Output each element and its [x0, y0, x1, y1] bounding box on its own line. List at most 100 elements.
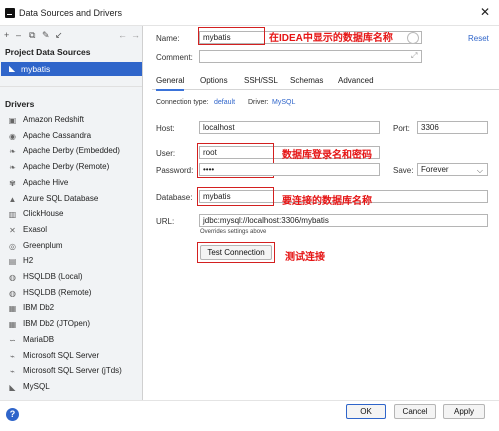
driver-item[interactable]: ▣ Amazon Redshift — [2, 113, 140, 127]
hive-icon: ✾ — [9, 178, 16, 188]
derby-icon: ❧ — [9, 163, 16, 173]
exasol-icon: ✕ — [9, 225, 16, 235]
move-icon[interactable]: ↙ — [55, 29, 63, 41]
driver-item[interactable]: ▤ H2 — [2, 254, 140, 268]
connection-type-value[interactable]: default — [214, 99, 235, 106]
host-field[interactable]: localhost — [199, 121, 380, 134]
back-icon[interactable]: ← — [118, 29, 127, 41]
driver-value[interactable]: MySQL — [272, 99, 295, 106]
driver-item[interactable]: ✕ Exasol — [2, 223, 140, 237]
divider — [0, 86, 142, 87]
clickhouse-icon: ▥ — [8, 210, 17, 220]
ok-button[interactable]: OK — [346, 404, 386, 419]
password-field[interactable]: •••• — [199, 163, 380, 176]
connection-form: Name: mybatis 在IDEA中显示的数据库名称 Reset Comme… — [152, 26, 499, 400]
driver-label: Apache Cassandra — [23, 130, 92, 140]
connection-type-label: Connection type: — [156, 99, 209, 106]
intellij-app-icon — [5, 8, 15, 18]
comment-label: Comment: — [156, 53, 193, 62]
driver-label: Greenplum — [23, 240, 63, 250]
driver-label: Microsoft SQL Server (jTds) — [23, 366, 122, 376]
copy-icon[interactable]: ⧉ — [29, 29, 35, 41]
expand-icon[interactable]: ⤢ — [411, 51, 417, 61]
driver-item[interactable]: ◍ HSQLDB (Remote) — [2, 286, 140, 300]
driver-item[interactable]: ◣ MySQL — [2, 380, 140, 394]
tab-ssh-ssl[interactable]: SSH/SSL — [244, 76, 278, 85]
name-annotation: 在IDEA中显示的数据库名称 — [269, 33, 393, 44]
project-item-label: mybatis — [21, 64, 51, 74]
comment-field[interactable] — [199, 50, 422, 63]
azure-icon: ▲ — [8, 194, 17, 204]
driver-item[interactable]: ▥ ClickHouse — [2, 207, 140, 221]
url-label: URL: — [156, 217, 175, 226]
apply-button[interactable]: Apply — [443, 404, 485, 419]
driver-label: HSQLDB (Remote) — [23, 287, 92, 297]
save-select-value: Forever — [421, 165, 449, 174]
test-highlight-box — [197, 242, 275, 263]
port-label: Port: — [393, 124, 410, 133]
sqlserver-icon: ⌁ — [10, 367, 15, 377]
driver-label: Apache Derby (Remote) — [23, 162, 110, 172]
project-data-sources-title: Project Data Sources — [5, 47, 91, 57]
color-toggle[interactable] — [407, 32, 419, 44]
hsqldb-icon: ◍ — [9, 273, 16, 282]
tab-bar: General Options SSH/SSL Schemas Advanced — [152, 68, 499, 91]
driver-label: IBM Db2 (JTOpen) — [23, 319, 90, 329]
driver-label: Microsoft SQL Server — [23, 350, 100, 360]
db2-icon: ▦ — [8, 320, 17, 330]
driver-item[interactable]: ◎ Greenplum — [2, 239, 140, 253]
forward-icon[interactable]: → — [131, 29, 140, 41]
dialog-footer: ? OK Cancel Apply — [0, 400, 499, 431]
greenplum-icon: ◎ — [9, 241, 16, 251]
driver-item[interactable]: ▦ IBM Db2 — [2, 301, 140, 315]
driver-item[interactable]: ▦ IBM Db2 (JTOpen) — [2, 317, 140, 331]
driver-item[interactable]: ∽ MariaDB — [2, 333, 140, 347]
driver-item[interactable]: ❧ Apache Derby (Remote) — [2, 160, 140, 174]
database-annotation: 要连接的数据库名称 — [282, 196, 372, 207]
password-label: Password: — [156, 166, 194, 175]
driver-label: HSQLDB (Local) — [23, 272, 83, 281]
cancel-button[interactable]: Cancel — [394, 404, 436, 419]
driver-item[interactable]: ❧ Apache Derby (Embedded) — [2, 144, 140, 158]
driver-label: Azure SQL Database — [23, 193, 99, 203]
db2-icon: ▦ — [8, 304, 17, 314]
driver-item[interactable]: ◉ Apache Cassandra — [2, 129, 140, 143]
tab-options[interactable]: Options — [200, 76, 228, 85]
close-icon[interactable]: ✕ — [477, 4, 493, 20]
driver-label: Apache Derby (Embedded) — [23, 146, 120, 156]
database-label: Database: — [156, 193, 193, 202]
driver-item[interactable]: ▲ Azure SQL Database — [2, 192, 140, 206]
port-field[interactable]: 3306 — [417, 121, 488, 134]
host-label: Host: — [156, 124, 175, 133]
driver-item[interactable]: ⌁ Microsoft SQL Server (jTds) — [2, 364, 140, 378]
url-field[interactable]: jdbc:mysql://localhost:3306/mybatis — [199, 214, 488, 227]
redshift-icon: ▣ — [8, 116, 17, 125]
edit-icon[interactable]: ✎ — [42, 29, 50, 41]
driver-item[interactable]: ✾ Apache Hive — [2, 176, 140, 190]
add-icon[interactable]: + — [4, 29, 9, 41]
driver-item[interactable]: ◍ HSQLDB (Local) — [2, 270, 140, 284]
help-icon[interactable]: ? — [6, 408, 19, 421]
tab-general[interactable]: General — [156, 76, 185, 91]
tab-schemas[interactable]: Schemas — [290, 76, 323, 85]
remove-icon[interactable]: – — [16, 29, 21, 41]
sidebar-toolbar: + – ⧉ ✎ ↙ ← → — [2, 29, 142, 41]
reset-link[interactable]: Reset — [468, 34, 489, 43]
driver-label: MySQL — [23, 381, 50, 391]
url-hint: Overrides settings above — [200, 229, 267, 235]
hsqldb-icon: ◍ — [9, 288, 16, 298]
driver-label: H2 — [23, 256, 34, 266]
h2-icon: ▤ — [8, 257, 17, 267]
name-highlight-box — [198, 27, 265, 45]
drivers-title: Drivers — [5, 99, 35, 109]
driver-item[interactable]: ⌁ Microsoft SQL Server — [2, 349, 140, 363]
tab-advanced[interactable]: Advanced — [338, 76, 374, 85]
login-annotation: 数据库登录名和密码 — [282, 150, 372, 161]
driver-label: Driver: — [248, 99, 269, 106]
project-item-mybatis[interactable]: ◣ mybatis — [1, 62, 142, 76]
mysql-icon: ◣ — [9, 382, 16, 392]
cassandra-icon: ◉ — [9, 131, 16, 141]
driver-label: IBM Db2 — [23, 303, 55, 313]
save-select[interactable]: Forever ⌵ — [417, 163, 488, 176]
save-label: Save: — [393, 166, 414, 175]
